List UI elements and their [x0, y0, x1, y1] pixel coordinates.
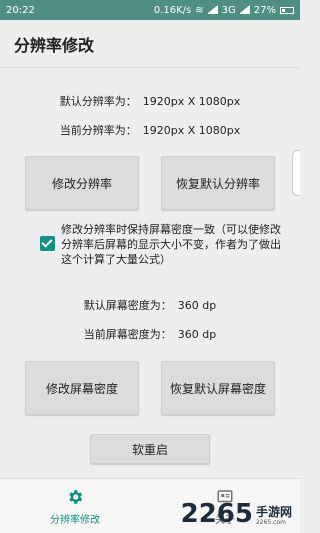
keep-density-checkbox[interactable]: [40, 236, 55, 251]
default-density-label: 默认屏幕密度为：: [83, 299, 172, 312]
signal-icon: [207, 5, 218, 14]
current-density-label: 当前屏幕密度为：: [83, 328, 172, 341]
battery-percent: 27%: [253, 4, 276, 16]
battery-icon: [280, 6, 294, 14]
wifi-icon: ≋: [195, 4, 204, 16]
status-bar: 20:22 0.16K/s ≋ 3G 27%: [0, 0, 300, 20]
nav-item-resolution[interactable]: 分辨率修改: [0, 479, 150, 533]
keep-density-option[interactable]: 修改分辨率时保持屏幕密度一致（可以使修改分辨率后屏幕的显示大小不变，作者为了做出…: [40, 222, 290, 267]
status-time: 20:22: [6, 4, 35, 16]
modify-density-button[interactable]: 修改屏幕密度: [25, 361, 139, 415]
watermark-cn: 手游网: [255, 505, 292, 519]
watermark-logo: 2265 手游网 2265.com: [181, 501, 292, 527]
app-bar: 分辨率修改: [0, 20, 300, 68]
current-density-value: 360 dp: [177, 328, 217, 341]
default-density-row: 默认屏幕密度为： 360 dp: [0, 297, 300, 313]
soft-reboot-button[interactable]: 软重启: [90, 434, 210, 464]
current-resolution-row: 当前分辨率为： 1920px X 1080px: [0, 122, 300, 138]
side-handle[interactable]: [292, 150, 300, 196]
gear-icon: [65, 487, 85, 507]
network-type: 3G: [221, 4, 236, 16]
network-speed: 0.16K/s: [153, 4, 192, 16]
watermark-text: 手游网 2265.com: [256, 505, 292, 527]
watermark-en: 2265.com: [255, 519, 286, 526]
current-resolution-value: 1920px X 1080px: [142, 124, 241, 137]
restore-density-button[interactable]: 恢复默认屏幕密度: [161, 361, 275, 415]
modify-resolution-button[interactable]: 修改分辨率: [25, 156, 139, 210]
restore-resolution-button[interactable]: 恢复默认分辨率: [161, 156, 275, 210]
default-resolution-value: 1920px X 1080px: [142, 95, 241, 108]
default-resolution-row: 默认分辨率为： 1920px X 1080px: [0, 93, 300, 109]
current-resolution-label: 当前分辨率为：: [59, 124, 137, 137]
signal-icon-2: [239, 5, 250, 14]
default-resolution-label: 默认分辨率为：: [59, 95, 137, 108]
page-title: 分辨率修改: [14, 35, 95, 55]
status-indicators: 0.16K/s ≋ 3G 27%: [154, 5, 294, 16]
nav-label-resolution: 分辨率修改: [50, 514, 100, 526]
watermark-number: 2265: [180, 499, 253, 529]
keep-density-text: 修改分辨率时保持屏幕密度一致（可以使修改分辨率后屏幕的显示大小不变，作者为了做出…: [61, 223, 281, 266]
current-density-row: 当前屏幕密度为： 360 dp: [0, 326, 300, 342]
default-density-value: 360 dp: [177, 299, 217, 312]
